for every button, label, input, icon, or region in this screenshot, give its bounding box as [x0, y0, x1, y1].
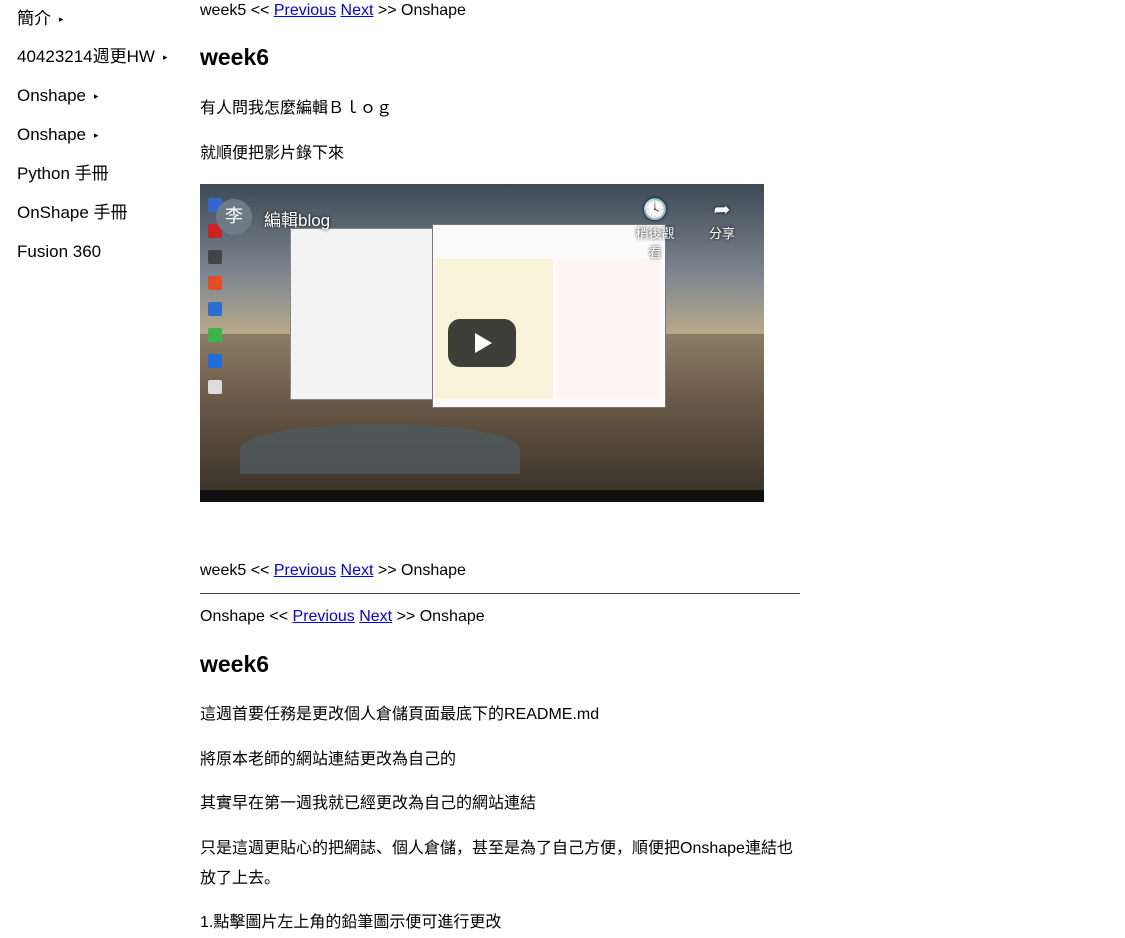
desktop-icon — [208, 328, 222, 342]
video-title[interactable]: 編輯blog — [264, 206, 330, 231]
next-link[interactable]: Next — [359, 608, 392, 625]
watch-later-button[interactable]: 🕓 稍後觀看 — [630, 197, 680, 261]
previous-link[interactable]: Previous — [274, 562, 336, 579]
share-label: 分享 — [708, 226, 735, 241]
windows-taskbar — [200, 490, 764, 502]
post-paragraph: 其實早在第一週我就已經更改為自己的網站連結 — [200, 795, 537, 812]
post-paragraph: 1.點擊圖片左上角的鉛筆圖示便可進行更改 — [200, 914, 502, 931]
sidebar-item-label: 40423214週更HW — [17, 47, 155, 66]
sidebar-item-onshape-manual[interactable]: OnShape 手冊 — [17, 193, 197, 232]
sidebar-item-intro[interactable]: 簡介 ▸ — [17, 0, 197, 37]
sidebar-item-label: OnShape 手冊 — [17, 203, 128, 222]
sidebar-item-label: Python 手冊 — [17, 164, 109, 183]
video-player[interactable]: 李 編輯blog 🕓 稍後觀看 ➦ 分享 — [200, 184, 764, 502]
sidebar-item-label: Onshape — [17, 125, 86, 144]
post-title: week6 — [200, 651, 270, 677]
sidebar-item-label: 簡介 — [17, 9, 51, 28]
sidebar-menu: 簡介 ▸ 40423214週更HW ▸ Onshape ▸ Onshape ▸ Pyth… — [17, 0, 197, 271]
post-nav-bottom: week5 << Previous Next >> Onshape — [200, 560, 466, 582]
clock-icon: 🕓 — [642, 199, 668, 221]
nav-prev-title: week5 << — [200, 2, 274, 19]
post-nav-top: Onshape << Previous Next >> Onshape — [200, 606, 485, 628]
sidebar-item-label: Fusion 360 — [17, 242, 102, 261]
caret-right-icon: ▸ — [162, 52, 168, 62]
desktop-icon — [208, 302, 222, 316]
desktop-icon — [208, 250, 222, 264]
previous-link[interactable]: Previous — [274, 2, 336, 19]
caret-right-icon: ▸ — [94, 91, 99, 101]
share-button[interactable]: ➦ 分享 — [697, 197, 747, 242]
play-button-icon[interactable] — [448, 319, 516, 367]
nav-prev-title: week5 << — [200, 562, 274, 579]
desktop-icon — [208, 276, 222, 290]
sidebar-item-label: Onshape — [17, 86, 86, 105]
sidebar-item-fusion-360[interactable]: Fusion 360 — [17, 232, 197, 271]
post-paragraph: 就順便把影片錄下來 — [200, 145, 345, 162]
nav-next-title: >> Onshape — [392, 608, 485, 625]
post-title: week6 — [200, 44, 270, 70]
sidebar-item-weekly-hw[interactable]: 40423214週更HW ▸ — [17, 37, 197, 76]
caret-right-icon: ▸ — [94, 130, 99, 140]
post-paragraph: 只是這週更貼心的把網誌、個人倉儲，甚至是為了自己方便，順便把Onshape連結也… — [200, 840, 793, 887]
nav-next-title: >> Onshape — [373, 562, 466, 579]
post-paragraph: 有人問我怎麼編輯Ｂｌｏｇ — [200, 100, 393, 117]
post-paragraph: 將原本老師的網站連結更改為自己的 — [200, 751, 457, 768]
sidebar-item-onshape-2[interactable]: Onshape ▸ — [17, 115, 197, 154]
desktop-icon — [208, 380, 222, 394]
desktop-icon — [208, 354, 222, 368]
post-nav-top: week5 << Previous Next >> Onshape — [200, 0, 466, 22]
post-paragraph: 這週首要任務是更改個人倉儲頁面最底下的README.md — [200, 706, 600, 723]
explorer-window — [290, 228, 442, 400]
sidebar-item-onshape[interactable]: Onshape ▸ — [17, 76, 197, 115]
nav-prev-title: Onshape << — [200, 608, 293, 625]
next-link[interactable]: Next — [341, 2, 374, 19]
next-link[interactable]: Next — [341, 562, 374, 579]
channel-avatar[interactable]: 李 — [216, 199, 252, 235]
video-thumbnail-river — [240, 424, 520, 474]
caret-right-icon: ▸ — [59, 14, 64, 24]
sidebar-item-python-manual[interactable]: Python 手冊 — [17, 154, 197, 193]
previous-link[interactable]: Previous — [293, 608, 355, 625]
editor-text-pane — [557, 259, 661, 399]
post-divider — [200, 593, 800, 594]
nav-next-title: >> Onshape — [373, 2, 466, 19]
share-arrow-icon: ➦ — [713, 199, 731, 221]
watch-later-label: 稍後觀看 — [635, 226, 675, 260]
